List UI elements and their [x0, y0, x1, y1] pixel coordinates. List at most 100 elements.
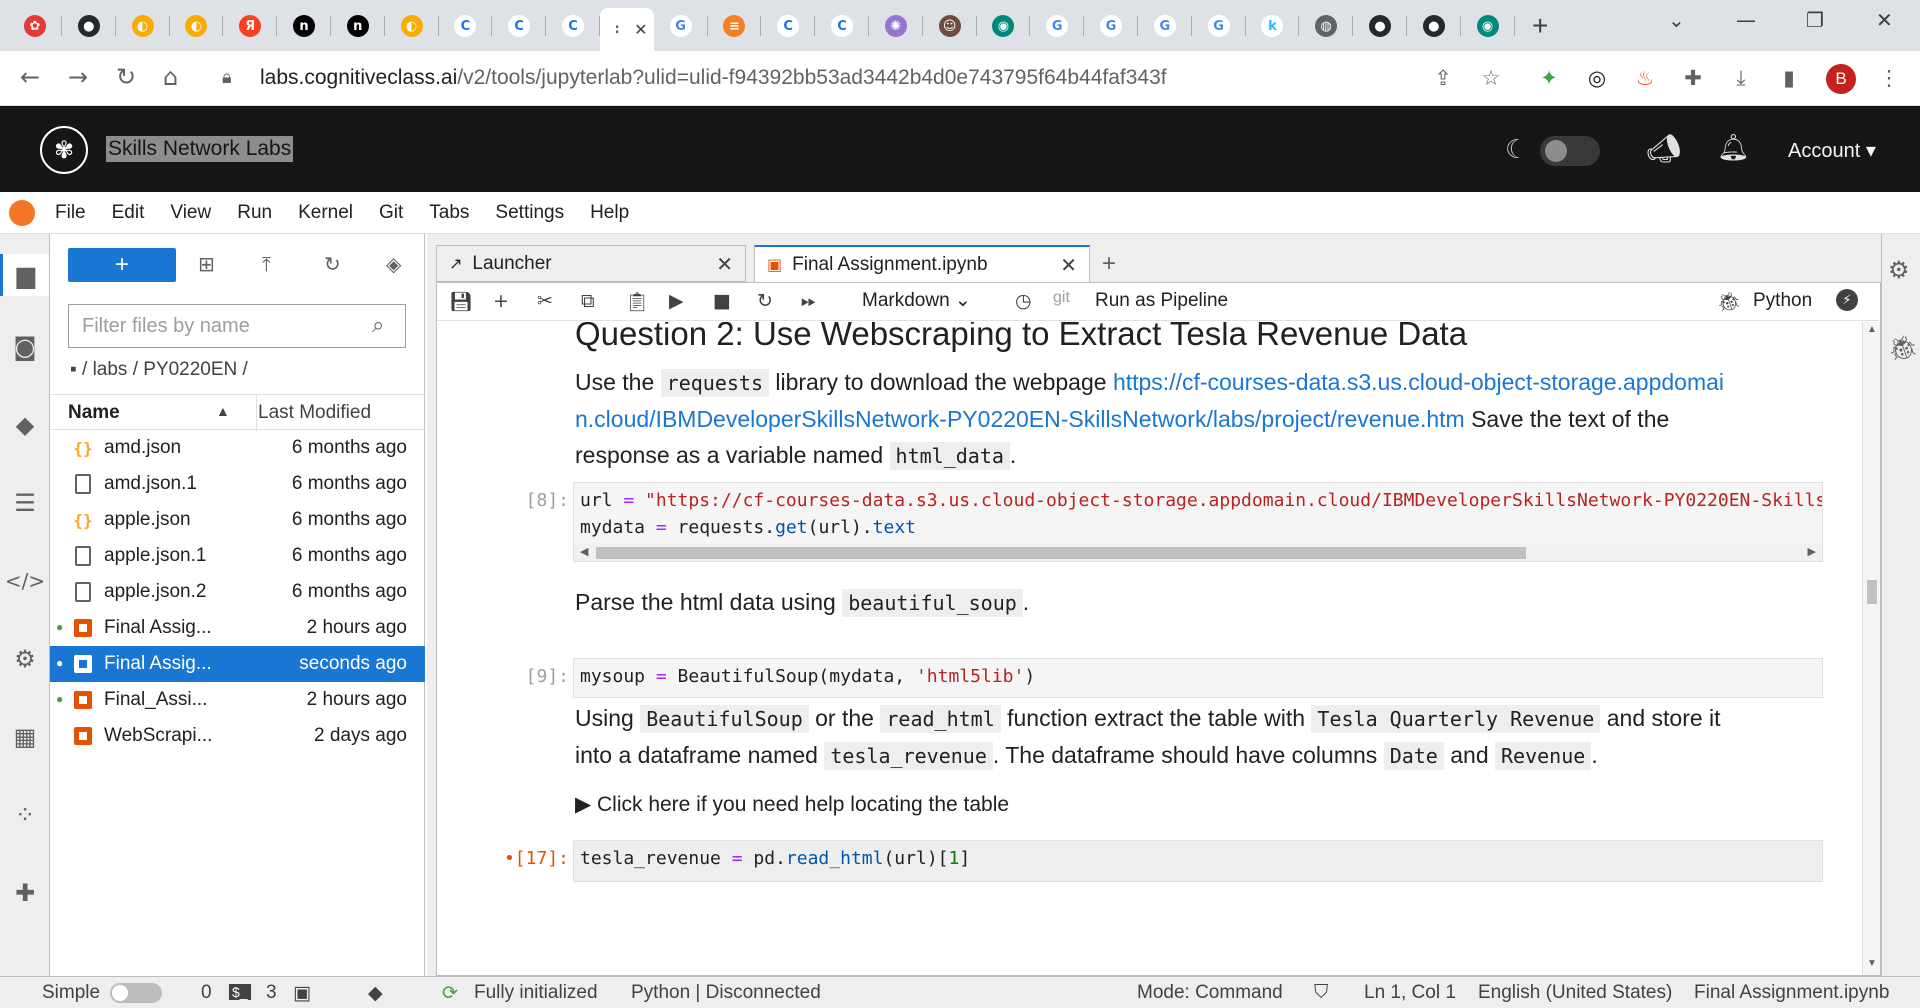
run-as-pipeline-button[interactable]: Run as Pipeline — [1095, 290, 1228, 312]
notifications-bell-icon[interactable]: 🔔︎ — [1717, 132, 1750, 163]
trusted-shield-icon[interactable]: ⛉ — [1314, 982, 1328, 1004]
restart-run-all-icon[interactable]: ⏩︎ — [801, 290, 816, 312]
file-row[interactable]: {} apple.json 6 months ago — [50, 502, 425, 538]
components-icon[interactable]: ⁘ — [10, 800, 40, 830]
save-icon[interactable]: 💾︎ — [449, 290, 473, 313]
file-browser-folder-icon[interactable]: ▆ — [0, 254, 49, 296]
debugger-bug-icon[interactable]: 🐞︎ — [1717, 290, 1741, 313]
file-row[interactable]: apple.json.1 6 months ago — [50, 538, 425, 574]
home-icon[interactable]: ⌂ — [163, 63, 178, 91]
browser-tab[interactable]: ● — [1407, 8, 1461, 44]
close-icon[interactable]: ✕ — [1060, 253, 1077, 277]
browser-tab[interactable]: ● — [62, 8, 116, 44]
skills-network-logo-icon[interactable]: ✾ — [40, 126, 88, 174]
forward-icon[interactable]: → — [68, 63, 88, 91]
file-row[interactable]: WebScrapi... 2 days ago — [50, 718, 425, 754]
lock-icon[interactable]: 🔒︎ — [222, 67, 232, 88]
fire-extension-icon[interactable]: ♨ — [1632, 65, 1658, 91]
git-toolbar-label[interactable]: git — [1053, 289, 1070, 307]
maximize-icon[interactable]: ❐ — [1806, 8, 1824, 32]
menu-run[interactable]: Run — [237, 202, 272, 224]
browser-tab[interactable]: C — [815, 8, 869, 44]
markdown-cell-parse[interactable]: Parse the html data using beautiful_soup… — [575, 584, 1725, 621]
code-cell-request[interactable]: url = "https://cf-courses-data.s3.us.clo… — [573, 482, 1823, 544]
notebook-vertical-scrollbar[interactable]: ▲ ▼ — [1862, 322, 1880, 975]
menu-settings[interactable]: Settings — [495, 202, 564, 224]
download-icon[interactable]: ⤓ — [1728, 65, 1754, 91]
browser-tab[interactable]: ● — [1353, 8, 1407, 44]
browser-tab[interactable]: C — [438, 8, 493, 44]
browser-tab[interactable]: G — [1138, 8, 1192, 44]
file-row[interactable]: ● Final Assig... seconds ago — [50, 646, 425, 682]
browser-tab[interactable]: ≡ — [707, 8, 762, 44]
restart-kernel-icon[interactable]: ↻ — [757, 290, 773, 312]
extensions-puzzle-icon[interactable]: ✚ — [1680, 65, 1706, 91]
git-icon[interactable]: ◆ — [10, 410, 40, 440]
menu-git[interactable]: Git — [379, 202, 403, 224]
cut-icon[interactable]: ✂ — [537, 290, 553, 312]
menu-tabs[interactable]: Tabs — [429, 202, 469, 224]
filter-files-input[interactable] — [68, 304, 406, 348]
browser-tab[interactable]: G — [1030, 8, 1085, 44]
skills-network-title[interactable]: Skills Network Labs — [106, 136, 294, 162]
new-launcher-button[interactable]: + — [68, 248, 176, 282]
back-icon[interactable]: ← — [20, 63, 40, 91]
clock-history-icon[interactable]: ◷ — [1015, 290, 1032, 312]
refresh-icon[interactable]: ↻ — [324, 252, 341, 276]
close-window-icon[interactable]: ✕ — [1876, 8, 1893, 32]
extensions-puzzle-icon[interactable]: ✚ — [10, 878, 40, 908]
run-cell-icon[interactable]: ▶ — [669, 290, 684, 312]
browser-tab[interactable]: C — [546, 8, 600, 44]
markdown-cell-extract[interactable]: Using BeautifulSoup or the read_html fun… — [575, 700, 1725, 774]
browser-tab[interactable]: k — [1245, 8, 1300, 44]
announcements-megaphone-icon[interactable]: 📣︎ — [1646, 132, 1682, 165]
breadcrumb[interactable]: ▪ / labs / PY0220EN / — [70, 359, 248, 381]
new-tab-button[interactable]: + — [1532, 10, 1548, 42]
share-icon[interactable]: ⇪ — [1430, 65, 1456, 91]
address-bar[interactable]: labs.cognitiveclass.ai/v2/tools/jupyterl… — [260, 66, 1167, 90]
kernel-status-text[interactable]: Python | Disconnected — [631, 982, 821, 1004]
browser-tab[interactable]: ◍ — [1299, 8, 1354, 44]
browser-tab[interactable]: Я — [223, 8, 278, 44]
browser-tab[interactable]: ✺ — [869, 8, 923, 44]
kernel-name[interactable]: Python — [1753, 290, 1812, 312]
sync-extension-icon[interactable]: ◎ — [1584, 65, 1610, 91]
interrupt-kernel-icon[interactable]: ■ — [713, 290, 731, 312]
git-status-icon[interactable]: ◆ — [368, 982, 383, 1005]
browser-tab[interactable]: n — [331, 8, 385, 44]
browser-tab[interactable]: G — [1084, 8, 1138, 44]
browser-tab[interactable]: ◉ — [1461, 8, 1515, 44]
close-tab-icon[interactable]: ✕ — [634, 20, 647, 40]
help-details-toggle[interactable]: ▶ Click here if you need help locating t… — [575, 792, 1009, 817]
code-cell-read-html[interactable]: tesla_revenue = pd.read_html(url)[1] — [573, 840, 1823, 882]
column-header-last-modified[interactable]: Last Modified — [258, 402, 371, 424]
cell-type-select[interactable]: Markdown ⌄ — [862, 289, 971, 312]
elyra-pipeline-icon[interactable]: ⚙ — [10, 644, 40, 674]
menu-edit[interactable]: Edit — [112, 202, 145, 224]
reload-icon[interactable]: ↻ — [116, 63, 136, 91]
file-row[interactable]: ● Final_Assi... 2 hours ago — [50, 682, 425, 718]
browser-tab[interactable]: G — [1192, 8, 1246, 44]
horizontal-scrollbar[interactable]: ◀ ▶ — [573, 544, 1823, 562]
file-row[interactable]: amd.json.1 6 months ago — [50, 466, 425, 502]
evernote-extension-icon[interactable]: ✦ — [1536, 65, 1562, 91]
terminal-icon[interactable]: $_ — [229, 984, 251, 1000]
simple-mode-toggle[interactable] — [110, 983, 162, 1003]
kernel-count[interactable]: 3 — [266, 982, 277, 1004]
menu-file[interactable]: File — [55, 202, 86, 224]
paste-icon[interactable]: 📋︎ — [625, 290, 649, 313]
code-snippets-icon[interactable]: </> — [5, 566, 45, 596]
browser-tab[interactable]: C — [761, 8, 816, 44]
browser-tab[interactable]: ☺ — [923, 8, 977, 44]
browser-tab[interactable]: ◐ — [169, 8, 224, 44]
file-row[interactable]: {} amd.json 6 months ago — [50, 430, 425, 466]
copy-icon[interactable]: ⧉ — [581, 290, 595, 312]
add-tab-button[interactable]: + — [1092, 245, 1126, 282]
table-of-contents-icon[interactable]: ☰ — [10, 488, 40, 518]
code-cell-soup[interactable]: mysoup = BeautifulSoup(mydata, 'html5lib… — [573, 658, 1823, 698]
tab-launcher[interactable]: ↗ Launcher ✕ — [436, 245, 746, 282]
browser-tab[interactable]: ◐ — [116, 8, 170, 44]
account-menu[interactable]: Account ▾ — [1788, 138, 1876, 163]
file-row[interactable]: ● Final Assig... 2 hours ago — [50, 610, 425, 646]
file-row[interactable]: apple.json.2 6 months ago — [50, 574, 425, 610]
